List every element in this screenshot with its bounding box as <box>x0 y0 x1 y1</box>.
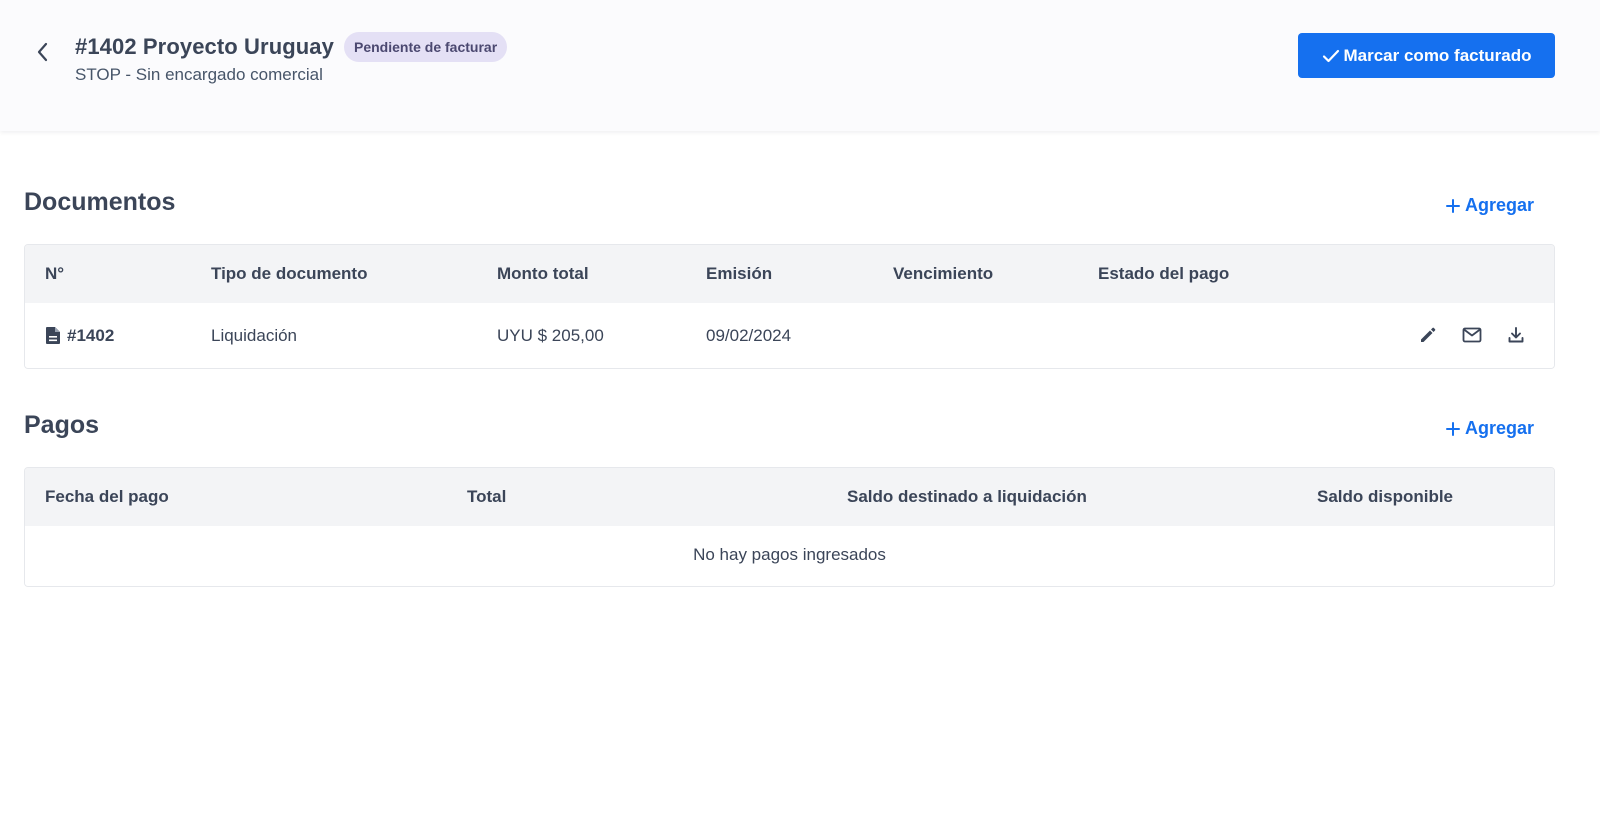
payments-table: Fecha del pago Total Saldo destinado a l… <box>24 467 1555 587</box>
email-button[interactable] <box>1458 321 1486 349</box>
plus-icon <box>1445 198 1460 213</box>
column-header-payment-status: Estado del pago <box>1098 264 1230 283</box>
column-header-settlement-balance: Saldo destinado a liquidación <box>847 487 1087 506</box>
document-type-cell: Liquidación <box>211 325 298 345</box>
documents-table: N° Tipo de documento Monto total Emisión… <box>24 244 1555 369</box>
column-header-issue-date: Emisión <box>706 264 773 283</box>
page-title: #1402 Proyecto Uruguay <box>75 34 334 59</box>
mark-as-invoiced-label: Marcar como facturado <box>1343 45 1532 65</box>
table-row[interactable]: #1402 Liquidación UYU $ 205,00 09/02/202… <box>25 303 1554 368</box>
documents-table-header: N° Tipo de documento Monto total Emisión… <box>25 245 1554 303</box>
payments-section-title: Pagos <box>24 411 100 439</box>
mail-icon <box>1462 327 1482 343</box>
column-header-total: Total <box>467 487 507 506</box>
total-amount-cell: UYU $ 205,00 <box>497 325 604 345</box>
page-header: #1402 Proyecto Uruguay Pendiente de fact… <box>0 0 1600 131</box>
check-icon <box>1322 49 1339 62</box>
empty-payments-message: No hay pagos ingresados <box>693 545 886 564</box>
document-number: #1402 <box>67 325 115 345</box>
column-header-number: N° <box>45 264 65 283</box>
document-icon <box>46 327 60 344</box>
title-row: #1402 Proyecto Uruguay Pendiente de fact… <box>75 32 508 62</box>
column-header-available-balance: Saldo disponible <box>1317 487 1454 506</box>
download-icon <box>1508 327 1524 343</box>
plus-icon <box>1445 421 1460 436</box>
column-header-total-amount: Monto total <box>497 264 589 283</box>
page-subtitle: STOP - Sin encargado comercial <box>75 65 323 84</box>
add-document-label: Agregar <box>1464 195 1534 215</box>
mark-as-invoiced-button[interactable]: Marcar como facturado <box>1298 33 1555 78</box>
column-header-document-type: Tipo de documento <box>211 264 368 283</box>
back-button[interactable] <box>28 38 56 66</box>
add-payment-label: Agregar <box>1464 418 1534 438</box>
issue-date-cell: 09/02/2024 <box>706 325 792 345</box>
column-header-payment-date: Fecha del pago <box>45 487 169 506</box>
chevron-left-icon <box>37 42 48 62</box>
download-button[interactable] <box>1502 321 1530 349</box>
documents-section-title: Documentos <box>24 188 176 216</box>
empty-row: No hay pagos ingresados <box>25 526 1554 586</box>
column-header-due-date: Vencimiento <box>893 264 994 283</box>
edit-button[interactable] <box>1414 321 1442 349</box>
document-number-cell[interactable]: #1402 <box>45 303 114 368</box>
edit-icon <box>1421 327 1436 342</box>
add-payment-button[interactable]: Agregar <box>1445 418 1534 439</box>
status-badge: Pendiente de facturar <box>343 32 508 62</box>
add-document-button[interactable]: Agregar <box>1445 195 1534 216</box>
payments-table-header: Fecha del pago Total Saldo destinado a l… <box>25 468 1554 526</box>
